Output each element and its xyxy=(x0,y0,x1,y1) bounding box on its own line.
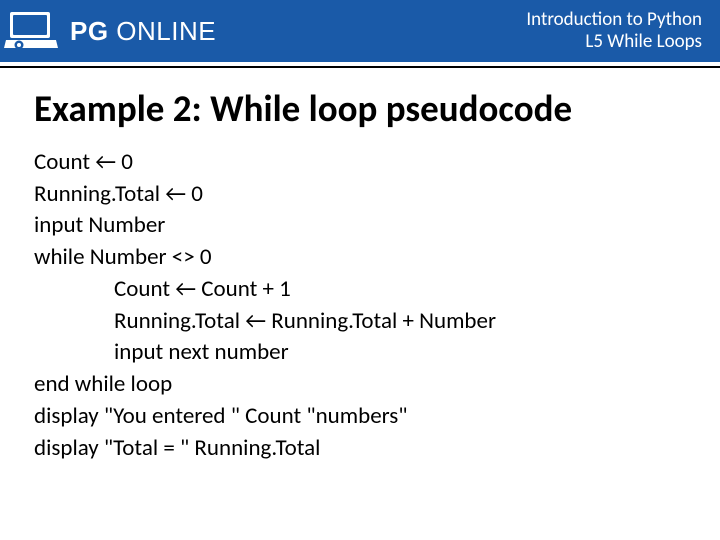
pseudocode-block: Count ← 0 Running.Total ← 0 input Number… xyxy=(34,147,686,464)
slide-content: Example 2: While loop pseudocode Count ←… xyxy=(0,68,720,464)
slide-title: Example 2: While loop pseudocode xyxy=(34,86,686,131)
brand-prefix: PG xyxy=(70,16,109,46)
header-titles: Introduction to Python L5 While Loops xyxy=(526,9,702,53)
code-line: display "Total = " Running.Total xyxy=(34,433,686,465)
code-line: Running.Total ← 0 xyxy=(34,179,686,211)
brand-suffix: ONLINE xyxy=(109,16,217,46)
code-line: Running.Total ← Running.Total + Number xyxy=(34,306,686,338)
lesson-title: L5 While Loops xyxy=(526,31,702,53)
course-title: Introduction to Python xyxy=(526,9,702,31)
slide-header: PG ONLINE Introduction to Python L5 Whil… xyxy=(0,0,720,62)
brand-text: PG ONLINE xyxy=(70,16,216,47)
code-line: Count ← 0 xyxy=(34,147,686,179)
code-line: while Number <> 0 xyxy=(34,242,686,274)
code-line: display "You entered " Count "numbers" xyxy=(34,401,686,433)
brand-logo: PG ONLINE xyxy=(0,8,216,54)
code-line: input Number xyxy=(34,210,686,242)
laptop-icon xyxy=(2,8,60,54)
code-line: input next number xyxy=(34,337,686,369)
code-line: Count ← Count + 1 xyxy=(34,274,686,306)
code-line: end while loop xyxy=(34,369,686,401)
